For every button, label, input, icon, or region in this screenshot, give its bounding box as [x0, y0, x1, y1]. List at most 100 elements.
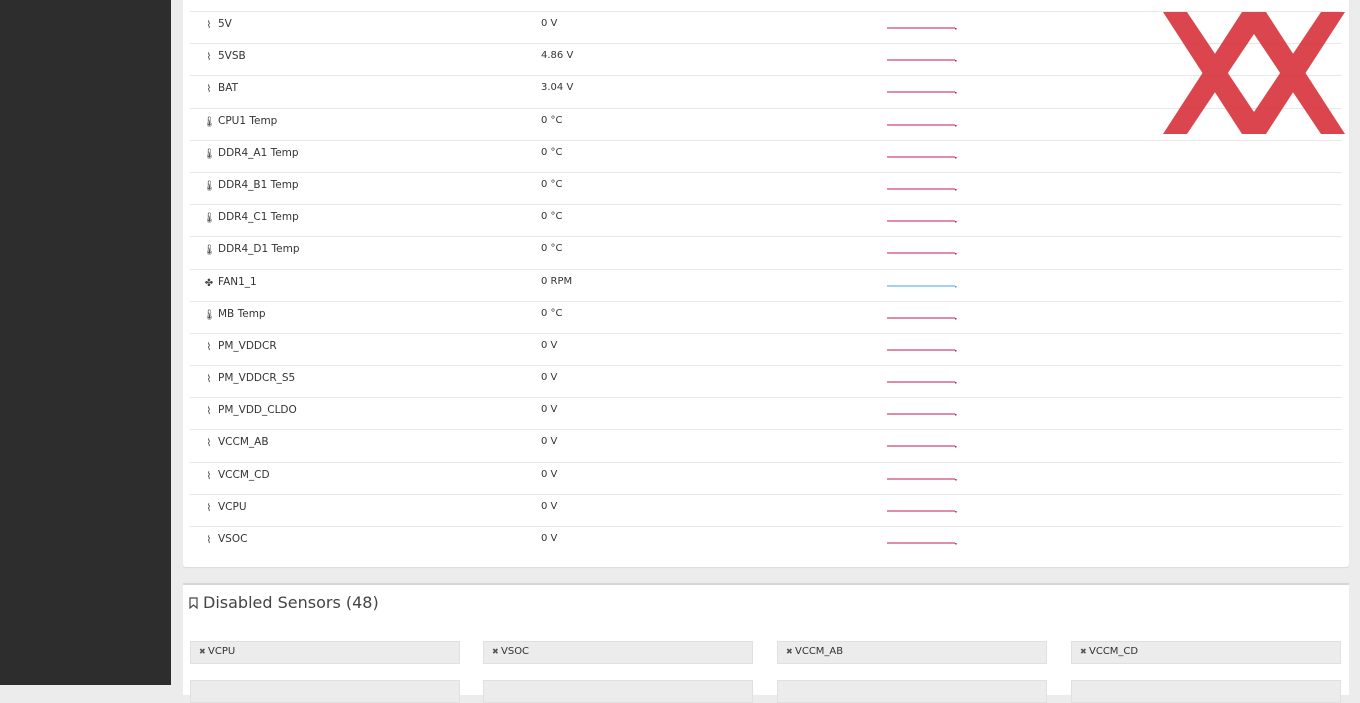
- sparkline: [887, 27, 957, 30]
- sensor-row[interactable]: 🌡 MB Temp 0 °C: [190, 300, 1342, 333]
- thermometer-icon: 🌡: [203, 148, 216, 160]
- disabled-sensor-chip[interactable]: ✖ VCPU: [190, 641, 460, 664]
- disabled-sensor-chip[interactable]: ✖ VSOC: [483, 641, 753, 664]
- sensor-list-panel: ⌇ 5V 0 V ⌇ 5VSB 4.86 V ⌇ BAT 3.04 V 🌡 CPU1 Temp 0 °…: [183, 0, 1349, 567]
- close-icon[interactable]: ✖: [492, 647, 499, 656]
- disabled-sensor-label: VCCM_CD: [1089, 646, 1139, 657]
- bookmark-icon: [189, 597, 198, 609]
- voltage-icon: ⌇: [206, 341, 212, 353]
- disabled-sensors-panel: Disabled Sensors (48) ✖ VCPU ✖ VSOC ✖ VCCM_AB…: [183, 583, 1349, 703]
- sensor-name: PM_VDDCR_S5: [218, 372, 296, 385]
- sensor-value: 0 °C: [541, 243, 563, 255]
- thermometer-icon: 🌡: [203, 309, 216, 321]
- sensor-name: DDR4_C1 Temp: [218, 211, 299, 224]
- sensor-value: 0 RPM: [541, 275, 573, 287]
- voltage-icon: ⌇: [206, 374, 212, 386]
- sparkline: [887, 349, 957, 352]
- disabled-sensor-chip[interactable]: [483, 680, 753, 703]
- sensor-row[interactable]: 🌡 DDR4_B1 Temp 0 °C: [190, 171, 1342, 204]
- disabled-sensor-chip[interactable]: ✖ VCCM_AB: [777, 641, 1047, 664]
- sensor-row[interactable]: ⌇ PM_VDDCR_S5 0 V: [190, 365, 1342, 397]
- sensor-value: 0 V: [541, 533, 558, 544]
- sensor-name: DDR4_A1 Temp: [218, 146, 299, 159]
- sidebar: [0, 0, 171, 685]
- logo-icon: [1163, 12, 1345, 134]
- thermometer-icon: 🌡: [203, 180, 216, 192]
- sensor-value: 0 V: [541, 372, 558, 384]
- sparkline: [887, 252, 957, 255]
- sensor-name: BAT: [218, 82, 238, 95]
- voltage-icon: ⌇: [206, 438, 212, 450]
- sensor-name: DDR4_B1 Temp: [218, 178, 299, 191]
- voltage-icon: ⌇: [206, 470, 212, 482]
- voltage-icon: ⌇: [206, 52, 212, 64]
- sensor-name: PM_VDDCR: [218, 339, 277, 352]
- voltage-icon: ⌇: [206, 535, 212, 546]
- sparkline: [887, 445, 957, 448]
- sensor-name: 5V: [218, 18, 232, 30]
- sensor-value: 0 V: [541, 436, 558, 448]
- thermometer-icon: 🌡: [203, 213, 216, 225]
- sensor-value: 0 V: [541, 404, 558, 416]
- sensor-value: 0 V: [541, 500, 558, 512]
- sensor-name: MB Temp: [218, 307, 266, 320]
- disabled-sensors-title: Disabled Sensors (48): [203, 593, 379, 612]
- thermometer-icon: 🌡: [203, 245, 216, 257]
- sensor-name: VSOC: [218, 533, 248, 545]
- sensor-name: DDR4_D1 Temp: [218, 243, 300, 256]
- disabled-sensor-label: VCPU: [208, 646, 236, 657]
- sensor-value: 0 °C: [541, 114, 563, 126]
- voltage-icon: ⌇: [206, 84, 212, 96]
- sensor-row[interactable]: ⌇ PM_VDD_CLDO 0 V: [190, 397, 1342, 429]
- sensor-name: FAN1_1: [218, 275, 257, 288]
- disabled-sensor-label: VSOC: [501, 646, 530, 657]
- sensor-row[interactable]: 🌡 DDR4_A1 Temp 0 °C: [190, 139, 1342, 172]
- sensor-value: 4.86 V: [541, 50, 574, 62]
- sparkline: [887, 285, 957, 287]
- sparkline: [887, 188, 957, 191]
- disabled-sensor-chip[interactable]: ✖ VCCM_CD: [1071, 641, 1341, 664]
- sparkline: [887, 381, 957, 384]
- sensor-row[interactable]: ⌇ PM_VDDCR 0 V: [190, 332, 1342, 365]
- sensor-value: 0 V: [541, 339, 558, 351]
- voltage-icon: ⌇: [206, 20, 212, 31]
- voltage-icon: ⌇: [206, 502, 212, 514]
- disabled-sensor-label: VCCM_AB: [795, 646, 844, 657]
- sensor-name: VCPU: [218, 500, 247, 513]
- disabled-sensor-chip[interactable]: [1071, 680, 1341, 703]
- sparkline: [887, 542, 957, 545]
- fan-icon: ✤: [204, 277, 214, 289]
- sensor-value: 0 V: [541, 18, 558, 29]
- sparkline: [887, 478, 957, 481]
- sparkline: [887, 510, 957, 513]
- sensor-value: 3.04 V: [541, 82, 574, 94]
- sparkline: [887, 413, 957, 416]
- sensor-row[interactable]: ⌇ VCPU 0 V: [190, 493, 1342, 526]
- sensor-row[interactable]: ✤ FAN1_1 0 RPM: [190, 268, 1342, 301]
- close-icon[interactable]: ✖: [199, 647, 206, 656]
- close-icon[interactable]: ✖: [1080, 647, 1087, 656]
- sensor-value: 0 °C: [541, 307, 563, 319]
- sparkline: [887, 124, 957, 127]
- sensor-name: VCCM_AB: [218, 436, 269, 449]
- sparkline: [887, 91, 957, 94]
- sensor-row[interactable]: 🌡 DDR4_C1 Temp 0 °C: [190, 204, 1342, 236]
- sensor-name: PM_VDD_CLDO: [218, 404, 297, 417]
- close-icon[interactable]: ✖: [786, 647, 793, 656]
- sensor-name: CPU1 Temp: [218, 114, 278, 127]
- sensor-row[interactable]: ⌇ VCCM_AB 0 V: [190, 429, 1342, 461]
- thermometer-icon: 🌡: [203, 116, 216, 128]
- sensor-value: 0 °C: [541, 178, 563, 190]
- voltage-icon: ⌇: [206, 406, 212, 418]
- disabled-sensor-chip[interactable]: [777, 680, 1047, 703]
- sparkline: [887, 59, 957, 62]
- sensor-row[interactable]: 🌡 DDR4_D1 Temp 0 °C: [190, 236, 1342, 268]
- disabled-sensor-chip[interactable]: [190, 680, 460, 703]
- disabled-sensors-heading: Disabled Sensors (48): [189, 593, 379, 612]
- sensor-value: 0 °C: [541, 211, 563, 223]
- sparkline: [887, 156, 957, 159]
- sparkline: [887, 317, 957, 320]
- sensor-row[interactable]: ⌇ VSOC 0 V: [190, 526, 1342, 558]
- sparkline: [887, 220, 957, 223]
- sensor-row[interactable]: ⌇ VCCM_CD 0 V: [190, 461, 1342, 494]
